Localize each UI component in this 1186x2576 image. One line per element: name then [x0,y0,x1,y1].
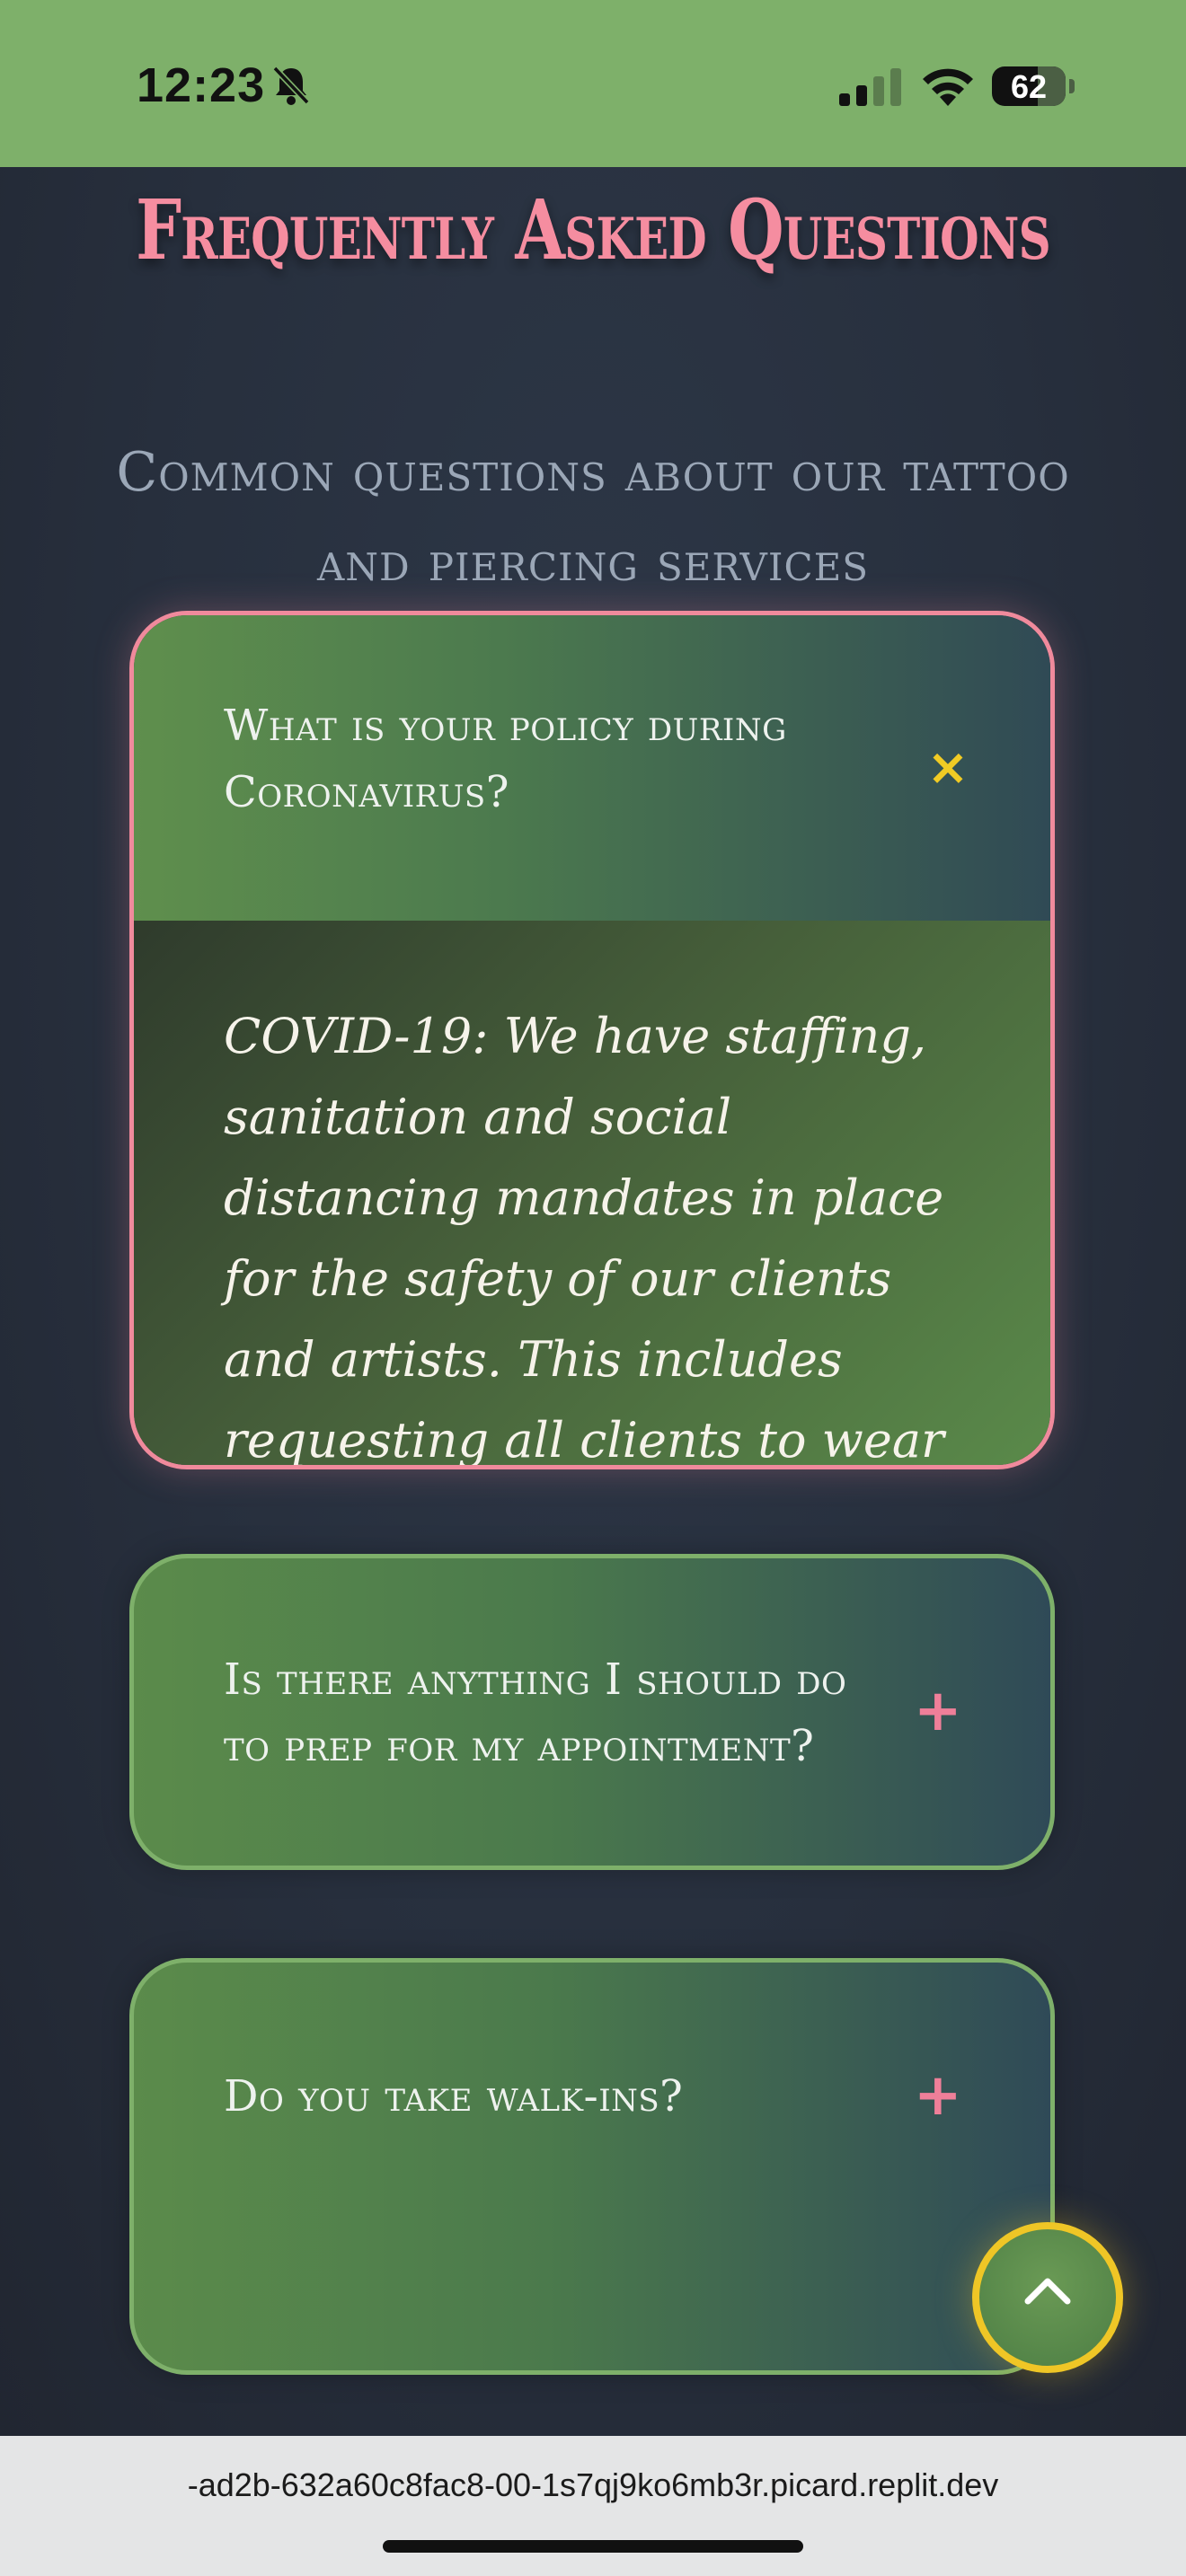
page-subtitle: Common questions about our tattoo and pi… [116,441,1070,594]
faq-answer: COVID-19: We have staffing, sanitation a… [134,921,1050,1465]
cellular-signal-icon [839,68,901,106]
faq-question: What is your policy during Coronavirus? [224,701,787,817]
battery-icon: 62 [992,66,1066,106]
page-title: Frequently Asked Questions [136,181,1051,278]
bell-slash-icon [272,66,310,105]
status-time: 12:23 [137,58,266,112]
plus-icon[interactable]: + [914,2067,962,2124]
faq-item-appointment-prep[interactable]: Is there anything I should do to prep fo… [129,1554,1055,1870]
battery-cap [1069,79,1075,93]
faq-question-button[interactable]: What is your policy during Coronavirus? … [134,615,1050,921]
faq-question: Is there anything I should do to prep fo… [224,1654,847,1771]
url-text[interactable]: -ad2b-632a60c8fac8-00-1s7qj9ko6mb3r.pica… [0,2466,1186,2504]
scroll-to-top-button[interactable] [972,2222,1123,2373]
chevron-up-icon [1024,2278,1071,2305]
close-icon[interactable]: × [926,743,969,793]
faq-question: Do you take walk-ins? [224,2071,684,2122]
plus-icon[interactable]: + [914,1682,962,1740]
browser-address-bar[interactable]: -ad2b-632a60c8fac8-00-1s7qj9ko6mb3r.pica… [0,2436,1186,2576]
faq-answer-text: COVID-19: We have staffing, sanitation a… [224,1008,944,1465]
home-indicator[interactable] [383,2540,803,2553]
battery-level-text: 62 [1010,68,1048,105]
wifi-icon [923,68,973,106]
faq-item-coronavirus: What is your policy during Coronavirus? … [129,611,1055,1469]
faq-item-walk-ins[interactable]: Do you take walk-ins? + [129,1958,1055,2375]
status-bar: 12:23 62 [0,0,1186,167]
